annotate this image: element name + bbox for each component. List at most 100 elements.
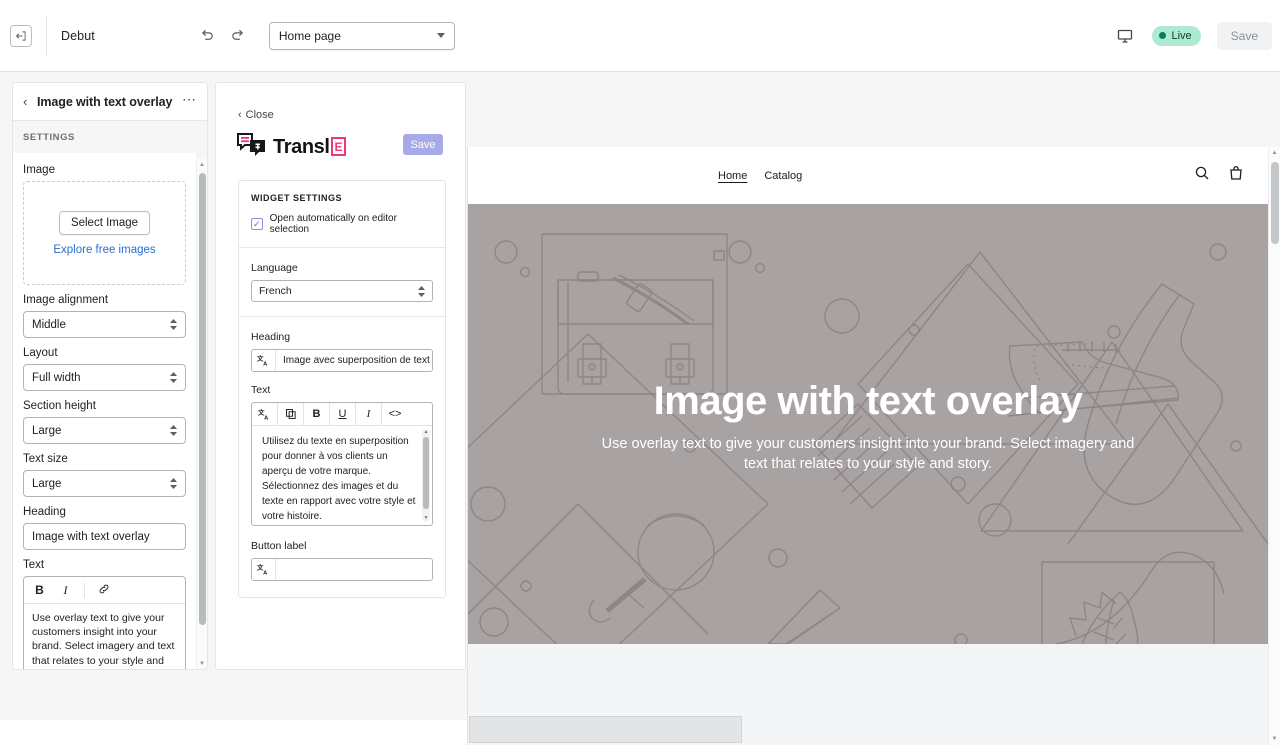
text-rte-content[interactable]: Use overlay text to give your customers … xyxy=(24,604,185,669)
stepper-icon xyxy=(170,372,177,383)
translation-text-scrollbar-thumb[interactable] xyxy=(423,437,429,509)
italic-button[interactable]: I xyxy=(58,584,73,596)
section-height-select[interactable]: Large xyxy=(23,417,186,444)
text-rich-editor[interactable]: B I Use overlay text to give your custom… xyxy=(23,576,186,669)
scroll-up-icon[interactable]: ▲ xyxy=(423,430,429,435)
scroll-down-icon[interactable]: ▼ xyxy=(423,516,429,521)
scroll-up-icon[interactable]: ▲ xyxy=(197,159,207,170)
translation-fields-block: Heading 文 A Image avec superposition de … xyxy=(239,317,445,597)
workspace: ‹ Image with text overlay ⋯ SETTINGS Ima… xyxy=(0,72,1280,720)
layout-label: Layout xyxy=(23,347,186,359)
section-settings-sidebar: ‹ Image with text overlay ⋯ SETTINGS Ima… xyxy=(12,82,208,670)
app-logo: TranslE xyxy=(237,133,346,162)
layout-select[interactable]: Full width xyxy=(23,364,186,391)
language-select[interactable]: French xyxy=(251,280,433,302)
heading-label: Heading xyxy=(23,506,186,518)
heading-input[interactable]: Image with text overlay xyxy=(23,523,186,550)
page-select[interactable]: Home page xyxy=(269,22,455,50)
link-icon[interactable] xyxy=(96,583,111,597)
image-field-label: Image xyxy=(23,164,186,176)
svg-text:A: A xyxy=(264,415,268,421)
top-bar-actions: Live Save xyxy=(1112,22,1280,50)
desktop-monitor-icon[interactable] xyxy=(1112,23,1138,49)
store-header: Home Catalog xyxy=(468,147,1268,204)
redo-icon[interactable] xyxy=(225,23,251,49)
explore-free-images-link[interactable]: Explore free images xyxy=(53,244,155,256)
preview-scrollbar[interactable]: ▲ ▼ xyxy=(1268,147,1280,745)
exit-to-app-icon[interactable] xyxy=(10,25,32,47)
svg-text:A: A xyxy=(263,361,267,367)
stepper-icon xyxy=(170,425,177,436)
scroll-up-icon[interactable]: ▲ xyxy=(1269,147,1280,159)
translate-icon[interactable]: 文 A xyxy=(252,559,276,580)
ellipsis-icon[interactable]: ⋯ xyxy=(182,92,197,111)
speech-bubbles-icon xyxy=(237,133,267,162)
top-bar: Debut Home page Live Save xyxy=(0,0,1280,72)
search-icon[interactable] xyxy=(1194,165,1210,186)
image-alignment-value: Middle xyxy=(32,319,66,331)
status-badge-live: Live xyxy=(1152,26,1200,46)
toolbar-divider xyxy=(46,16,47,56)
sidebar-scrollbar-thumb[interactable] xyxy=(199,173,206,625)
image-picker[interactable]: Select Image Explore free images xyxy=(23,181,186,285)
italic-button[interactable]: I xyxy=(356,403,382,426)
store-nav-link-home[interactable]: Home xyxy=(718,170,747,182)
shopping-bag-icon[interactable] xyxy=(1228,165,1244,186)
text-size-label: Text size xyxy=(23,453,186,465)
section-height-value: Large xyxy=(32,425,61,437)
hero-title: Image with text overlay xyxy=(508,379,1228,423)
translation-heading-label: Heading xyxy=(251,331,433,343)
scroll-down-icon[interactable]: ▼ xyxy=(1269,733,1280,745)
translation-heading-value[interactable]: Image avec superposition de text xyxy=(276,350,432,371)
text-label: Text xyxy=(23,559,186,571)
logo-word: Transl xyxy=(273,136,330,158)
translation-rte-toolbar: 文 A B U I <> xyxy=(252,403,432,426)
translation-heading-input[interactable]: 文 A Image avec superposition de text xyxy=(251,349,433,372)
settings-scroll-area: Image Select Image Explore free images I… xyxy=(13,153,196,669)
translation-button-label-input[interactable]: 文 A xyxy=(251,558,433,581)
select-image-button[interactable]: Select Image xyxy=(59,211,150,235)
copy-icon[interactable] xyxy=(278,403,304,426)
image-alignment-select[interactable]: Middle xyxy=(23,311,186,338)
underline-button[interactable]: U xyxy=(330,403,356,426)
translation-text-content[interactable]: Utilisez du texte en superposition pour … xyxy=(252,426,432,525)
widget-settings-title: WIDGET SETTINGS xyxy=(251,193,433,203)
live-badge-label: Live xyxy=(1171,30,1191,42)
widget-settings-block: WIDGET SETTINGS ✓ Open automatically on … xyxy=(239,181,445,248)
page-select-value: Home page xyxy=(279,29,341,43)
code-button[interactable]: <> xyxy=(382,403,408,426)
sidebar-body: SETTINGS Image Select Image Explore free… xyxy=(13,121,207,669)
language-value: French xyxy=(259,285,292,297)
scroll-down-icon[interactable]: ▼ xyxy=(197,658,207,669)
language-label: Language xyxy=(251,262,433,274)
image-with-text-overlay-section[interactable]: Image with text overlay Use overlay text… xyxy=(468,204,1268,644)
hero-subtitle: Use overlay text to give your customers … xyxy=(588,435,1148,474)
auto-open-row[interactable]: ✓ Open automatically on editor selection xyxy=(251,213,433,235)
chevron-down-icon xyxy=(437,33,445,38)
text-size-select[interactable]: Large xyxy=(23,470,186,497)
translate-icon[interactable]: 文 A xyxy=(252,350,276,371)
store-nav-link-catalog[interactable]: Catalog xyxy=(764,170,802,182)
image-alignment-label: Image alignment xyxy=(23,294,186,306)
status-dot-icon xyxy=(1159,32,1166,39)
next-section-placeholder[interactable] xyxy=(469,716,742,743)
layout-value: Full width xyxy=(32,372,81,384)
close-label: Close xyxy=(246,109,274,121)
auto-open-label: Open automatically on editor selection xyxy=(270,213,433,235)
app-logo-text: TranslE xyxy=(273,136,346,159)
translation-text-editor[interactable]: 文 A B U I <> xyxy=(251,402,433,526)
translation-text-scrollbar[interactable]: ▲ ▼ xyxy=(422,429,430,522)
auto-open-checkbox[interactable]: ✓ xyxy=(251,218,263,230)
section-height-label: Section height xyxy=(23,400,186,412)
save-button[interactable]: Save xyxy=(1217,22,1272,50)
translation-save-button[interactable]: Save xyxy=(403,134,443,155)
preview-scrollbar-thumb[interactable] xyxy=(1271,162,1279,244)
sidebar-scrollbar[interactable]: ▲ ▼ xyxy=(196,159,207,669)
bold-button[interactable]: B xyxy=(32,584,47,596)
bold-button[interactable]: B xyxy=(304,403,330,426)
close-panel-button[interactable]: ‹ Close xyxy=(238,109,274,121)
undo-icon[interactable] xyxy=(195,23,221,49)
translate-icon[interactable]: 文 A xyxy=(252,403,278,426)
store-preview[interactable]: Home Catalog xyxy=(467,147,1268,745)
translation-button-label-value[interactable] xyxy=(276,559,432,580)
